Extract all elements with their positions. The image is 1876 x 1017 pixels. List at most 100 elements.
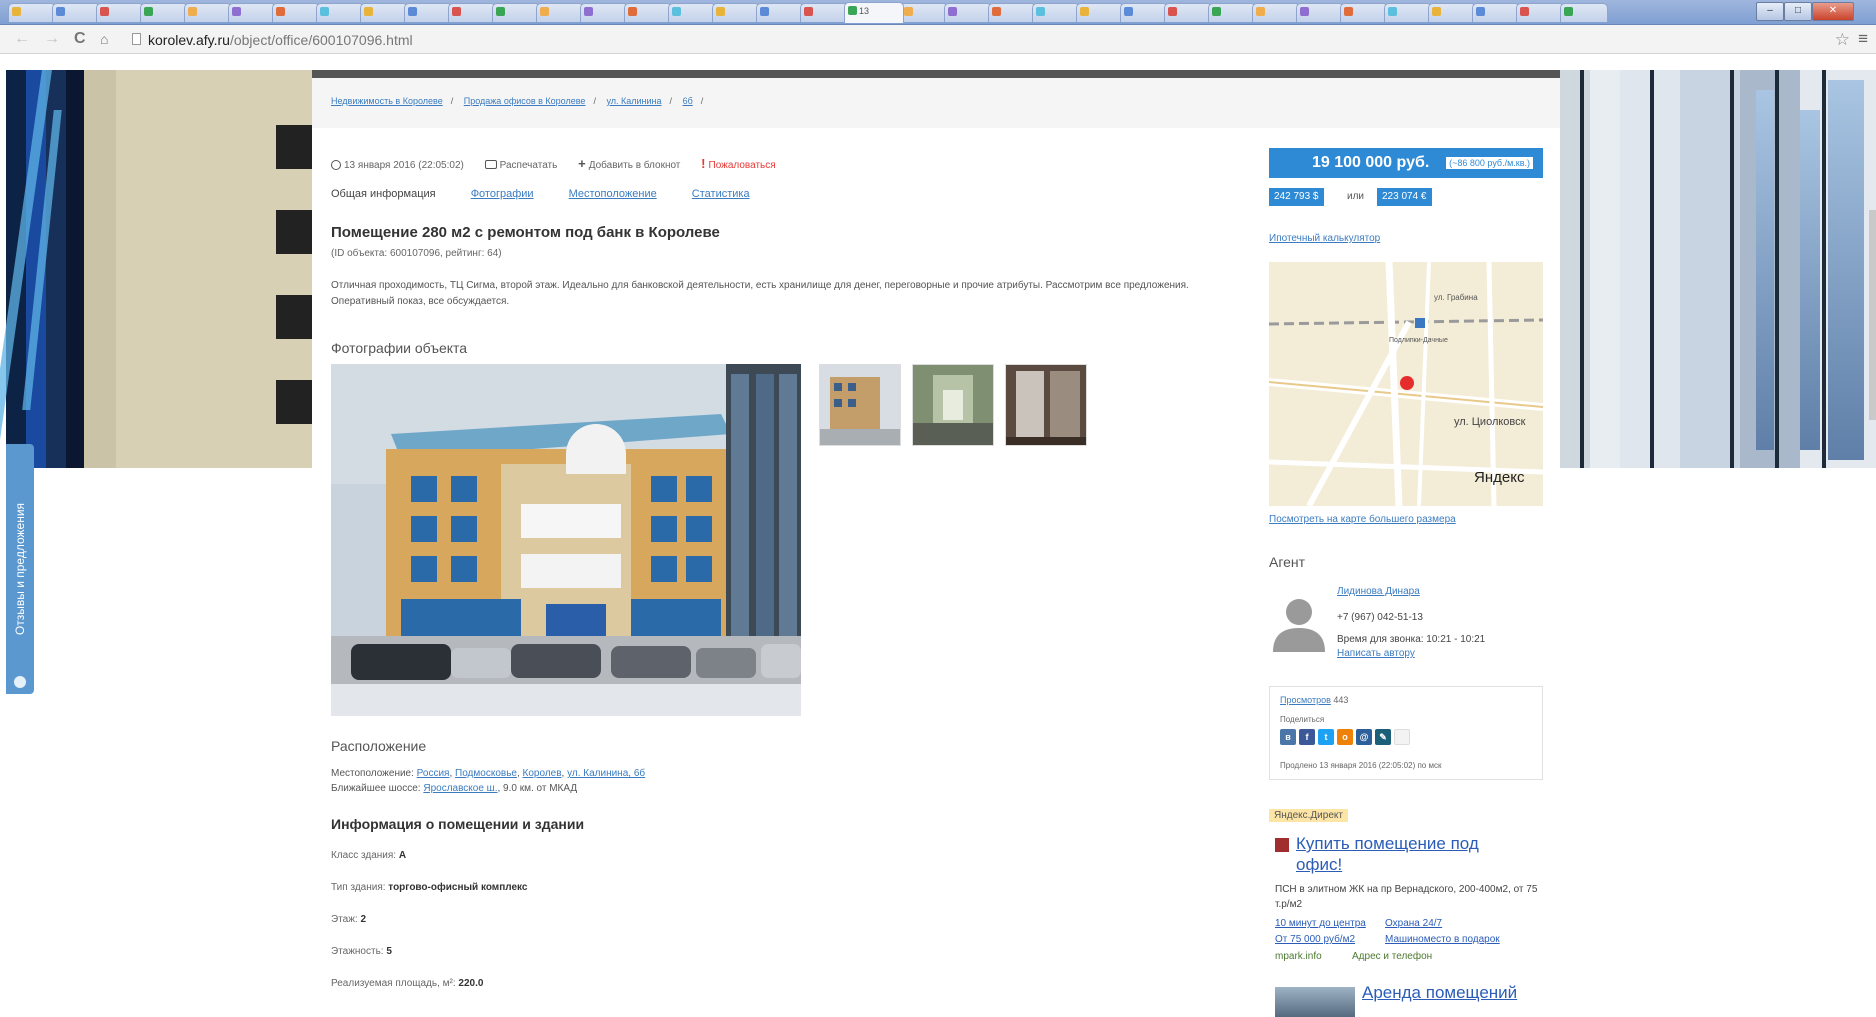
browser-tab-active[interactable]: 13 xyxy=(844,2,904,23)
browser-tab[interactable] xyxy=(8,3,56,22)
complain-button[interactable]: ! Пожаловаться xyxy=(701,156,776,171)
tab-photos[interactable]: Фотографии xyxy=(471,188,534,200)
price-box: 19 100 000 руб. (~86 800 руб./м.кв.) xyxy=(1269,148,1543,178)
photo-thumbnail[interactable] xyxy=(819,364,901,446)
browser-tab[interactable] xyxy=(316,3,364,22)
browser-tab[interactable] xyxy=(228,3,276,22)
ad-sitelink[interactable]: От 75 000 руб/м2 xyxy=(1275,934,1355,945)
browser-tab[interactable] xyxy=(1340,3,1388,22)
ad-title-link[interactable]: Купить помещение под офис! xyxy=(1296,833,1526,875)
browser-tab[interactable] xyxy=(1032,3,1080,22)
yandex-map-logo: Яндекс xyxy=(1474,469,1525,486)
tab-favicon-icon xyxy=(56,7,65,16)
browser-tab[interactable] xyxy=(624,3,672,22)
write-to-author-link[interactable]: Написать автору xyxy=(1337,648,1415,659)
facebook-share-icon[interactable]: f xyxy=(1299,729,1315,745)
maximize-button[interactable]: □ xyxy=(1784,2,1812,21)
tab-favicon-icon xyxy=(232,7,241,16)
browser-tab[interactable] xyxy=(944,3,992,22)
menu-icon[interactable]: ≡ xyxy=(1858,29,1868,49)
vk-share-icon[interactable]: в xyxy=(1280,729,1296,745)
browser-tab[interactable] xyxy=(96,3,144,22)
tab-favicon-icon xyxy=(408,7,417,16)
browser-tab[interactable] xyxy=(52,3,100,22)
main-photo[interactable] xyxy=(331,364,801,716)
browser-tab[interactable] xyxy=(712,3,760,22)
tab-general-info[interactable]: Общая информация xyxy=(331,188,436,200)
browser-tab[interactable] xyxy=(668,3,716,22)
mortgage-calculator-link[interactable]: Ипотечный калькулятор xyxy=(1269,233,1380,244)
highway-link[interactable]: Ярославское ш. xyxy=(423,783,497,794)
tab-favicon-icon xyxy=(1388,7,1397,16)
browser-tab[interactable] xyxy=(1252,3,1300,22)
browser-tab[interactable] xyxy=(272,3,320,22)
browser-tab[interactable] xyxy=(1516,3,1564,22)
ad-title-link[interactable]: Аренда помещений xyxy=(1362,983,1517,1003)
ad-contacts-link[interactable]: Адрес и телефон xyxy=(1352,951,1432,962)
browser-tab[interactable] xyxy=(580,3,628,22)
add-to-notebook-button[interactable]: + Добавить в блокнот xyxy=(578,156,680,171)
browser-tab[interactable] xyxy=(536,3,584,22)
ad-sitelink[interactable]: 10 минут до центра xyxy=(1275,918,1366,929)
forward-arrow-icon[interactable]: → xyxy=(44,30,60,48)
browser-tab[interactable] xyxy=(492,3,540,22)
breadcrumb-link[interactable]: 6б xyxy=(683,96,693,106)
agent-phone: +7 (967) 042-51-13 xyxy=(1337,612,1423,623)
address-bar[interactable]: korolev.afy.ru/object/office/600107096.h… xyxy=(148,32,413,48)
location-link[interactable]: Подмосковье xyxy=(455,768,517,779)
browser-tab[interactable] xyxy=(800,3,848,22)
photo-thumbnail[interactable] xyxy=(1005,364,1087,446)
browser-tab[interactable] xyxy=(404,3,452,22)
browser-tab[interactable] xyxy=(1076,3,1124,22)
tab-favicon-icon xyxy=(452,7,461,16)
browser-tab[interactable] xyxy=(988,3,1036,22)
page-scrollbar[interactable] xyxy=(1869,210,1876,420)
home-icon[interactable]: ⌂ xyxy=(100,30,108,48)
larger-map-link[interactable]: Посмотреть на карте большего размера xyxy=(1269,514,1456,525)
highway-distance: , 9.0 км. от МКАД xyxy=(497,783,578,794)
breadcrumb-link[interactable]: Недвижимость в Королеве xyxy=(331,96,443,106)
views-count: Просмотров 443 xyxy=(1280,695,1349,705)
tab-statistics[interactable]: Статистика xyxy=(692,188,750,200)
browser-tab[interactable] xyxy=(1120,3,1168,22)
breadcrumb-link[interactable]: Продажа офисов в Королеве xyxy=(464,96,586,106)
back-arrow-icon[interactable]: ← xyxy=(14,30,30,48)
minimize-button[interactable]: – xyxy=(1756,2,1784,21)
location-link[interactable]: ул. Калинина, 6б xyxy=(567,768,645,779)
mailru-share-icon[interactable]: @ xyxy=(1356,729,1372,745)
tab-location[interactable]: Местоположение xyxy=(569,188,657,200)
photo-thumbnail[interactable] xyxy=(912,364,994,446)
more-share-icon[interactable] xyxy=(1394,729,1410,745)
close-window-button[interactable]: ✕ xyxy=(1812,2,1854,21)
browser-tab[interactable] xyxy=(1428,3,1476,22)
browser-tab[interactable] xyxy=(756,3,804,22)
browser-tab[interactable] xyxy=(140,3,188,22)
browser-tab[interactable] xyxy=(900,3,948,22)
tab-favicon-icon xyxy=(628,7,637,16)
browser-tab[interactable] xyxy=(360,3,408,22)
browser-tab[interactable] xyxy=(184,3,232,22)
browser-tab[interactable] xyxy=(1208,3,1256,22)
location-link[interactable]: Россия xyxy=(417,768,450,779)
browser-tab[interactable] xyxy=(1560,3,1608,22)
livejournal-share-icon[interactable]: ✎ xyxy=(1375,729,1391,745)
browser-tab[interactable] xyxy=(1164,3,1212,22)
location-link[interactable]: Королев xyxy=(523,768,562,779)
feedback-side-tab[interactable]: Отзывы и предложения xyxy=(6,444,34,694)
breadcrumb-link[interactable]: ул. Калинина xyxy=(606,96,661,106)
views-link[interactable]: Просмотров xyxy=(1280,695,1331,705)
location-map[interactable]: ул. Грабина Подлипки-Дачные ул. Циолковс… xyxy=(1269,262,1543,506)
bookmark-star-icon[interactable]: ☆ xyxy=(1835,30,1850,50)
browser-tab[interactable] xyxy=(1384,3,1432,22)
browser-tab[interactable] xyxy=(1296,3,1344,22)
ad-sitelink[interactable]: Охрана 24/7 xyxy=(1385,918,1442,929)
odnoklassniki-share-icon[interactable]: o xyxy=(1337,729,1353,745)
reload-icon[interactable]: C xyxy=(74,30,86,48)
agent-name-link[interactable]: Лидинова Динара xyxy=(1337,586,1420,597)
browser-tab[interactable] xyxy=(448,3,496,22)
ad-sitelink[interactable]: Машиноместо в подарок xyxy=(1385,934,1500,945)
twitter-share-icon[interactable]: t xyxy=(1318,729,1334,745)
print-button[interactable]: Распечатать xyxy=(484,160,557,171)
browser-tab[interactable] xyxy=(1472,3,1520,22)
building-info-heading: Информация о помещении и здании xyxy=(331,816,585,832)
